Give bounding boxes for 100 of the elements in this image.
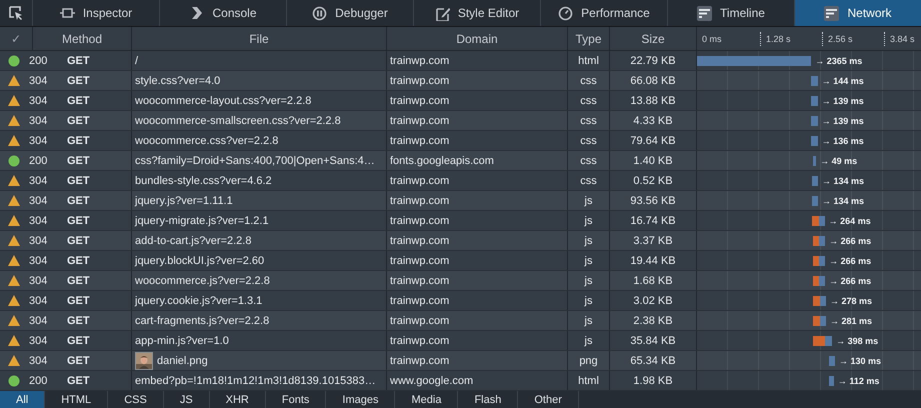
type: js (568, 271, 610, 290)
tab[interactable]: Network (795, 0, 921, 26)
request-row[interactable]: 200 GET / trainwp.com html 22.79 KB → 2365 ms (0, 51, 921, 71)
domain: trainwp.com (387, 231, 568, 250)
status-code: 200 (28, 154, 48, 168)
domain: trainwp.com (387, 351, 568, 370)
duration: → 266 ms (829, 276, 872, 286)
request-row[interactable]: 304 GET woocommerce.js?ver=2.2.8 trainwp.com js 1.68 KB → 266 ms (0, 271, 921, 291)
edit-icon (434, 6, 450, 20)
duration: → 136 ms (822, 136, 864, 146)
duration: → 2365 ms (815, 56, 862, 66)
warning-icon (8, 195, 20, 206)
type: css (568, 171, 610, 190)
duration: → 144 ms (822, 76, 864, 86)
filter-button[interactable]: JS (164, 391, 210, 408)
waterfall-header[interactable]: 0 ms 1.28 s 2.56 s 3.84 s (697, 27, 921, 50)
request-row[interactable]: 304 GET woocommerce-smallscreen.css?ver=2.2.8 trainwp.com css 4.33 KB → 139 ms (0, 111, 921, 131)
type: js (568, 251, 610, 270)
filter-button[interactable]: CSS (108, 391, 164, 408)
status-code: 304 (28, 94, 48, 108)
duration: → 134 ms (822, 176, 864, 186)
duration: → 398 ms (836, 336, 878, 346)
method: GET (55, 231, 132, 250)
filter-button[interactable]: Fonts (266, 391, 326, 408)
type: html (568, 371, 610, 390)
tab[interactable]: Inspector (33, 0, 160, 26)
method: GET (55, 331, 132, 350)
filter-button[interactable]: Other (518, 391, 579, 408)
request-row[interactable]: 304 GET jquery-migrate.js?ver=1.2.1 trainwp.com js 16.74 KB → 264 ms (0, 211, 921, 231)
size: 3.37 KB (610, 231, 697, 250)
request-row[interactable]: 304 GET daniel.png trainwp.com png 65.34 KB → 130 ms (0, 351, 921, 371)
request-row[interactable]: 304 GET cart-fragments.js?ver=2.2.8 trainwp.com js 2.38 KB → 281 ms (0, 311, 921, 331)
tab[interactable]: Console (160, 0, 287, 26)
domain: trainwp.com (387, 111, 568, 130)
type: js (568, 211, 610, 230)
request-row[interactable]: 304 GET app-min.js?ver=1.0 trainwp.com js 35.84 KB → 398 ms (0, 331, 921, 351)
request-row[interactable]: 304 GET add-to-cart.js?ver=2.2.8 trainwp.com js 3.37 KB → 266 ms (0, 231, 921, 251)
request-row[interactable]: 200 GET css?family=Droid+Sans:400,700|Open+Sans:4… fonts.googleapis.com css 1.40 KB → 49 ms (0, 151, 921, 171)
tab[interactable]: Style Editor (414, 0, 541, 26)
size: 3.02 KB (610, 291, 697, 310)
request-row[interactable]: 304 GET woocommerce-layout.css?ver=2.2.8 trainwp.com css 13.88 KB → 139 ms (0, 91, 921, 111)
filter-button[interactable]: Flash (458, 391, 518, 408)
tab[interactable]: Timeline (668, 0, 795, 26)
tab[interactable]: Performance (541, 0, 668, 26)
size: 35.84 KB (610, 331, 697, 350)
filter-button[interactable]: XHR (210, 391, 266, 408)
method: GET (55, 51, 132, 70)
column-header[interactable]: File (132, 27, 387, 50)
file-name: jquery.blockUI.js?ver=2.60 (135, 254, 264, 266)
column-header[interactable]: Domain (387, 27, 568, 50)
square-icon (60, 6, 75, 20)
size: 19.44 KB (610, 251, 697, 270)
duration: → 278 ms (830, 296, 872, 306)
column-header[interactable]: Type (568, 27, 610, 50)
type: css (568, 91, 610, 110)
request-row[interactable]: 304 GET jquery.js?ver=1.11.1 trainwp.com js 93.56 KB → 134 ms (0, 191, 921, 211)
file-name: jquery.cookie.js?ver=1.3.1 (135, 294, 262, 306)
domain: trainwp.com (387, 131, 568, 150)
duration: → 49 ms (820, 156, 858, 166)
status-code: 304 (28, 214, 48, 228)
column-header[interactable]: Size (610, 27, 697, 50)
status-code: 304 (28, 134, 48, 148)
status-code: 304 (28, 314, 48, 328)
method: GET (55, 311, 132, 330)
timeline-icon (697, 6, 712, 20)
timeline-tick: 1.28 s (760, 32, 822, 46)
filter-button[interactable]: Images (326, 391, 396, 408)
file-name: daniel.png (157, 354, 208, 366)
request-row[interactable]: 304 GET jquery.cookie.js?ver=1.3.1 trainwp.com js 3.02 KB → 278 ms (0, 291, 921, 311)
file-name: embed?pb=!1m18!1m12!1m3!1d8139.1015383… (135, 374, 376, 386)
warning-icon (8, 315, 20, 326)
type: css (568, 111, 610, 130)
status-code: 304 (28, 274, 48, 288)
size: 16.74 KB (610, 211, 697, 230)
status-code: 304 (28, 114, 48, 128)
type: css (568, 131, 610, 150)
timeline-icon (824, 6, 840, 20)
request-row[interactable]: 304 GET bundles-style.css?ver=4.6.2 trainwp.com css 0.52 KB → 134 ms (0, 171, 921, 191)
timeline-tick: 3.84 s (884, 32, 921, 46)
warning-icon (8, 75, 20, 86)
request-row[interactable]: 304 GET woocommerce.css?ver=2.2.8 trainwp.com css 79.64 KB → 136 ms (0, 131, 921, 151)
request-row[interactable]: 304 GET jquery.blockUI.js?ver=2.60 trainwp.com js 19.44 KB → 266 ms (0, 251, 921, 271)
filter-button[interactable]: HTML (45, 391, 108, 408)
column-header[interactable]: ✓ (0, 27, 33, 50)
warning-icon (8, 115, 20, 126)
status-code: 200 (28, 374, 48, 388)
status-code: 304 (28, 254, 48, 268)
filter-button[interactable]: All (0, 391, 46, 408)
method: GET (55, 71, 132, 90)
request-row[interactable]: 304 GET style.css?ver=4.0 trainwp.com css 66.08 KB → 144 ms (0, 71, 921, 91)
warning-icon (8, 255, 20, 266)
tab[interactable]: Debugger (287, 0, 414, 26)
warning-icon (8, 275, 20, 286)
request-row[interactable]: 200 GET embed?pb=!1m18!1m12!1m3!1d8139.1015383… www.google.com html 1.98 KB → 112 ms (0, 371, 921, 391)
column-header[interactable]: Method (33, 27, 132, 50)
size: 1.40 KB (610, 151, 697, 170)
domain: trainwp.com (387, 171, 568, 190)
method: GET (55, 131, 132, 150)
method: GET (55, 271, 132, 290)
filter-button[interactable]: Media (395, 391, 458, 408)
